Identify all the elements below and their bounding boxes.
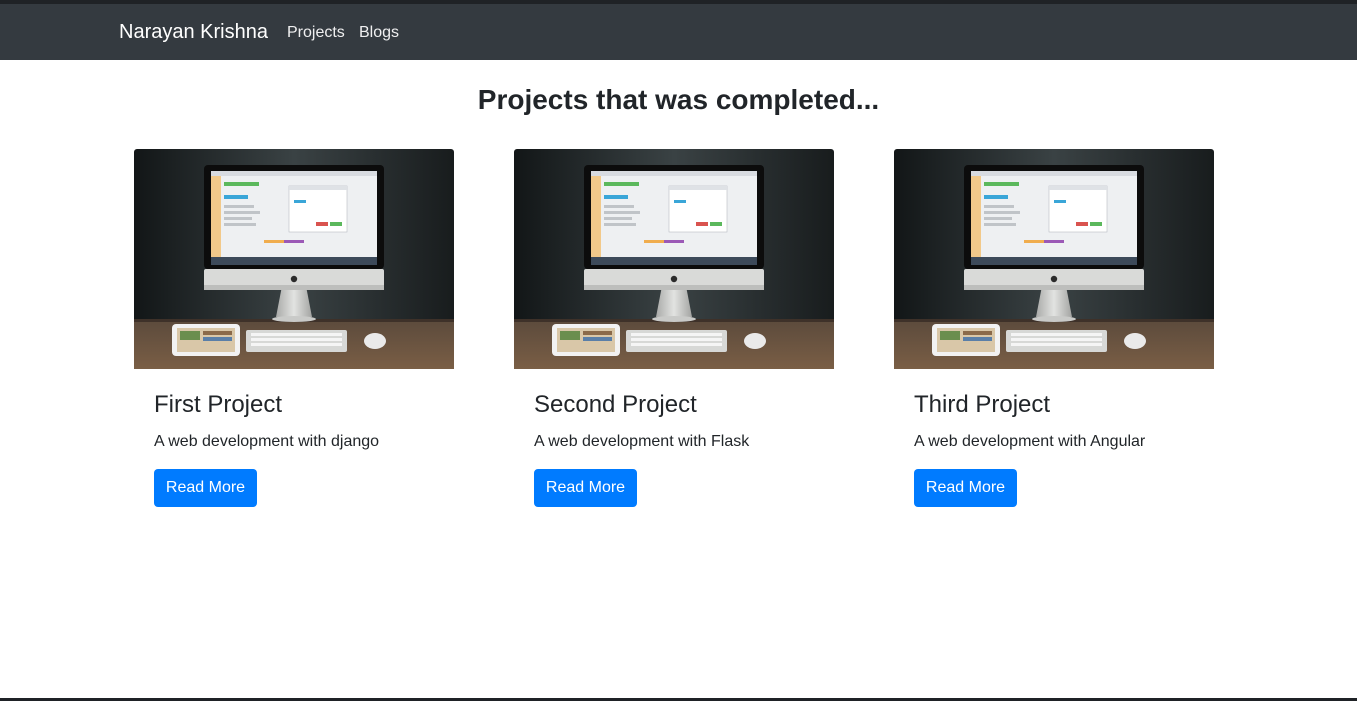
read-more-button[interactable]: Read More xyxy=(914,469,1017,507)
page-title: Projects that was completed... xyxy=(477,84,880,115)
card-title: Second Project xyxy=(534,391,697,418)
card-title: Third Project xyxy=(914,391,1051,418)
imac-desk-photo xyxy=(134,149,454,369)
project-card-third: Third Project A web development with Ang… xyxy=(894,149,1214,519)
card-image xyxy=(514,149,834,369)
navbar: Narayan Krishna Projects Blogs xyxy=(0,4,1357,60)
read-more-button[interactable]: Read More xyxy=(534,469,637,507)
imac-desk-photo xyxy=(514,149,834,369)
nav-link-projects[interactable]: Projects xyxy=(287,24,345,42)
card-image xyxy=(894,149,1214,369)
card-text: A web development with Flask xyxy=(534,433,750,450)
imac-desk-photo xyxy=(894,149,1214,369)
card-text: A web development with django xyxy=(154,433,380,450)
card-title: First Project xyxy=(154,391,283,418)
card-text: A web development with Angular xyxy=(914,433,1146,450)
read-more-button[interactable]: Read More xyxy=(154,469,257,507)
navbar-brand[interactable]: Narayan Krishna xyxy=(119,21,268,44)
project-card-first: First Project A web development with dja… xyxy=(134,149,454,519)
card-image xyxy=(134,149,454,369)
nav-link-blogs[interactable]: Blogs xyxy=(359,24,399,42)
project-card-second: Second Project A web development with Fl… xyxy=(514,149,834,519)
